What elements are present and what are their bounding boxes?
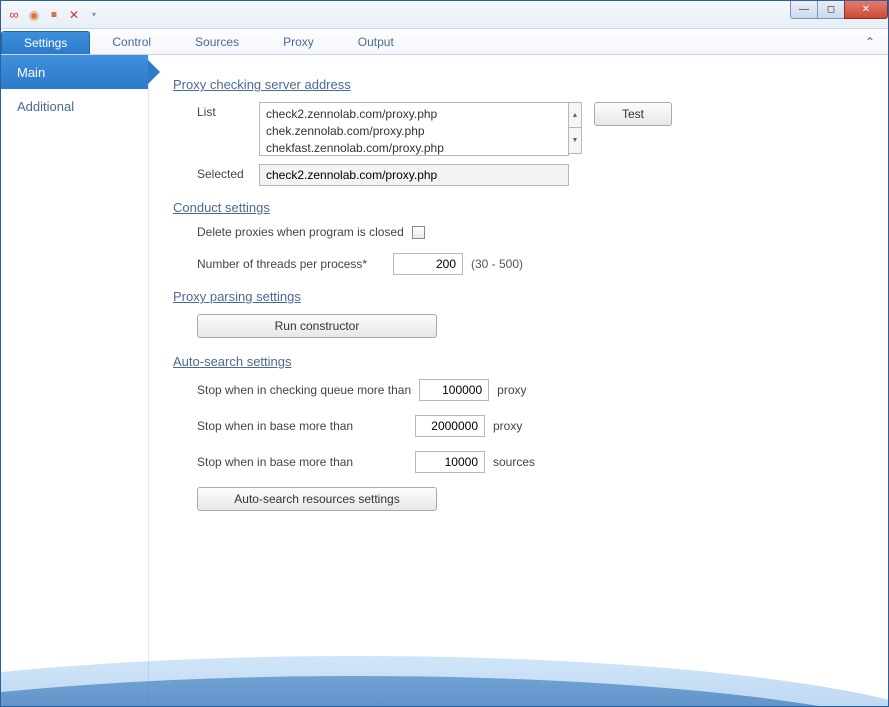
autosearch-row3-label: Stop when in base more than [197, 455, 407, 469]
section-parsing-title: Proxy parsing settings [173, 289, 868, 304]
tools-icon[interactable]: ✕ [67, 8, 81, 22]
dropdown-icon[interactable]: ▾ [87, 8, 101, 22]
titlebar: ∞ ◉ ⏹ ✕ ▾ — ◻ ✕ [1, 1, 888, 29]
section-autosearch-title: Auto-search settings [173, 354, 868, 369]
delete-proxies-row: Delete proxies when program is closed [173, 225, 868, 239]
test-button[interactable]: Test [594, 102, 672, 126]
window-controls: — ◻ ✕ [791, 1, 888, 21]
spin-down-icon[interactable]: ▼ [568, 128, 582, 154]
threads-field[interactable] [393, 253, 463, 275]
app-window: ∞ ◉ ⏹ ✕ ▾ — ◻ ✕ Settings Control Sources… [0, 0, 889, 707]
autosearch-row1-label: Stop when in checking queue more than [197, 383, 411, 397]
autosearch-row2-label: Stop when in base more than [197, 419, 407, 433]
autosearch-row2-field[interactable] [415, 415, 485, 437]
titlebar-quick-icons: ∞ ◉ ⏹ ✕ ▾ [7, 8, 101, 22]
proxy-selected-row: Selected [173, 164, 868, 186]
section-proxy-server-title: Proxy checking server address [173, 77, 868, 92]
ribbon-collapse-icon[interactable]: ⌃ [862, 34, 878, 50]
section-conduct-title: Conduct settings [173, 200, 868, 215]
content-pane: Proxy checking server address List ▲ ▼ T… [149, 55, 888, 706]
delete-proxies-label: Delete proxies when program is closed [197, 225, 404, 239]
maximize-button[interactable]: ◻ [817, 1, 845, 19]
autosearch-row2-unit: proxy [493, 419, 522, 433]
infinity-icon[interactable]: ∞ [7, 8, 21, 22]
sidebar-item-main[interactable]: Main [1, 55, 148, 89]
delete-proxies-checkbox[interactable] [412, 226, 425, 239]
autosearch-row-2: Stop when in base more than proxy [173, 415, 868, 437]
minimize-button[interactable]: — [790, 1, 818, 19]
autosearch-row3-unit: sources [493, 455, 535, 469]
proxy-selected-field[interactable] [259, 164, 569, 186]
proxy-list-input[interactable] [259, 102, 569, 156]
autosearch-row-1: Stop when in checking queue more than pr… [173, 379, 868, 401]
run-constructor-button[interactable]: Run constructor [197, 314, 437, 338]
autosearch-row3-field[interactable] [415, 451, 485, 473]
stop-icon[interactable]: ⏹ [47, 8, 61, 22]
tab-proxy[interactable]: Proxy [261, 29, 336, 54]
tab-sources[interactable]: Sources [173, 29, 261, 54]
body-area: Main Additional Proxy checking server ad… [1, 55, 888, 706]
threads-label: Number of threads per process* [197, 257, 385, 271]
tab-settings[interactable]: Settings [1, 31, 90, 54]
proxy-list-spin: ▲ ▼ [568, 102, 582, 154]
tab-output[interactable]: Output [336, 29, 416, 54]
spin-up-icon[interactable]: ▲ [568, 102, 582, 128]
threads-row: Number of threads per process* (30 - 500… [173, 253, 868, 275]
proxy-list-row: List ▲ ▼ Test [173, 102, 868, 156]
record-icon[interactable]: ◉ [27, 8, 41, 22]
close-button[interactable]: ✕ [844, 1, 888, 19]
autosearch-row1-field[interactable] [419, 379, 489, 401]
autosearch-row-3: Stop when in base more than sources [173, 451, 868, 473]
sidebar-item-additional[interactable]: Additional [1, 89, 148, 123]
proxy-selected-label: Selected [197, 164, 259, 181]
tab-control[interactable]: Control [90, 29, 173, 54]
sidebar: Main Additional [1, 55, 149, 706]
autosearch-settings-button[interactable]: Auto-search resources settings [197, 487, 437, 511]
threads-hint: (30 - 500) [471, 257, 523, 271]
autosearch-row1-unit: proxy [497, 383, 526, 397]
proxy-list-label: List [197, 102, 259, 119]
ribbon-tabs: Settings Control Sources Proxy Output ⌃ [1, 29, 888, 55]
